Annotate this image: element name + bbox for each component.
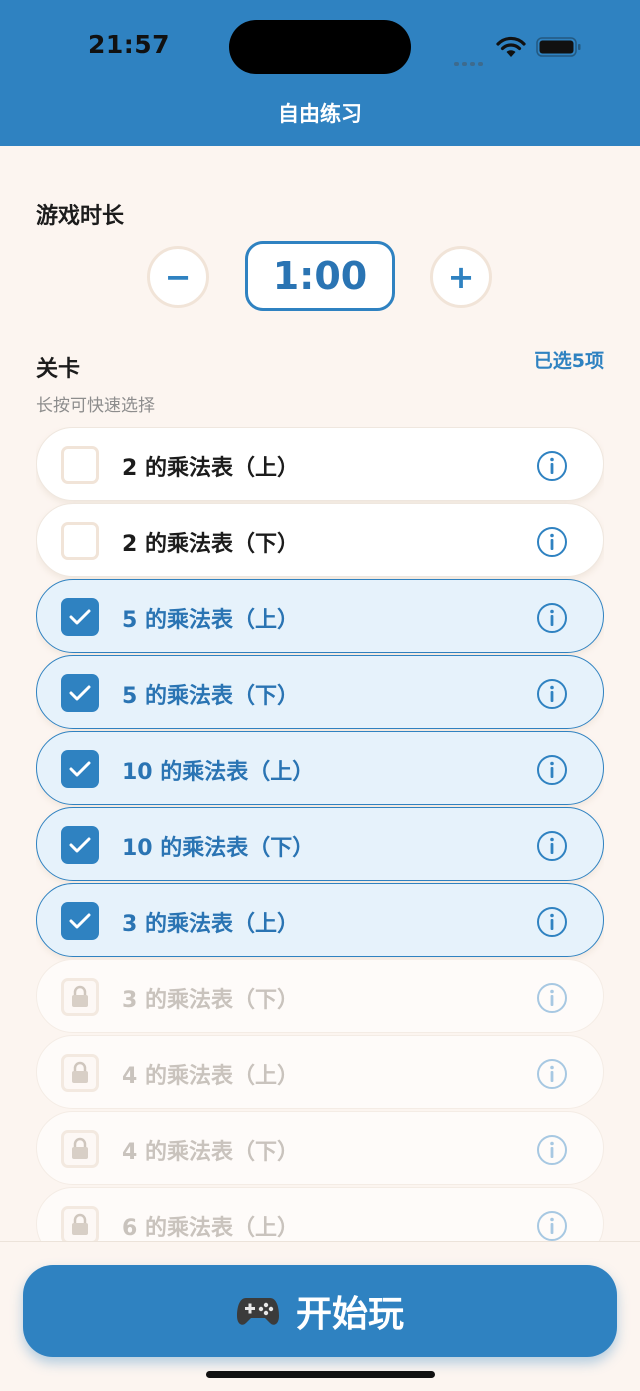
checkmark-icon <box>69 609 91 625</box>
info-icon[interactable] <box>536 450 568 482</box>
info-icon[interactable] <box>536 1058 568 1090</box>
level-label: 3 的乘法表（下） <box>122 988 299 1013</box>
level-row: 3 的乘法表（下） <box>36 959 604 1033</box>
levels-title: 关卡 <box>36 357 81 382</box>
page-title: 自由练习 <box>278 102 362 126</box>
locked-checkbox <box>61 1206 99 1241</box>
level-label: 2 的乘法表（下） <box>122 532 299 557</box>
info-icon[interactable] <box>536 982 568 1014</box>
selected-count[interactable]: 已选5项 <box>534 346 604 373</box>
checkbox-checked[interactable] <box>61 674 99 712</box>
start-play-label: 开始玩 <box>295 1294 404 1335</box>
locked-checkbox <box>61 1130 99 1168</box>
lock-icon <box>72 1137 88 1159</box>
dynamic-island <box>229 20 411 74</box>
decrease-duration-button[interactable]: − <box>147 246 209 308</box>
wifi-icon <box>496 36 526 57</box>
level-label: 3 的乘法表（上） <box>122 912 299 937</box>
nav-header: 21:57 自由练习 <box>0 0 640 146</box>
cellular-signal-icon <box>454 51 486 70</box>
level-row[interactable]: 10 的乘法表（下） <box>36 807 604 881</box>
level-row: 4 的乘法表（上） <box>36 1035 604 1109</box>
level-label: 2 的乘法表（上） <box>122 456 299 481</box>
info-icon[interactable] <box>536 1210 568 1241</box>
duration-value: 1:00 <box>272 254 368 298</box>
info-icon[interactable] <box>536 602 568 634</box>
checkmark-icon <box>69 913 91 929</box>
level-row[interactable]: 10 的乘法表（上） <box>36 731 604 805</box>
checkbox-checked[interactable] <box>61 750 99 788</box>
increase-duration-button[interactable]: + <box>430 246 492 308</box>
locked-checkbox <box>61 1054 99 1092</box>
info-icon[interactable] <box>536 830 568 862</box>
duration-display: 1:00 <box>245 241 395 311</box>
level-label: 10 的乘法表（下） <box>122 836 315 861</box>
battery-icon <box>536 37 581 57</box>
lock-icon <box>72 1213 88 1235</box>
info-icon[interactable] <box>536 754 568 786</box>
level-label: 4 的乘法表（上） <box>122 1064 299 1089</box>
checkbox[interactable] <box>61 522 99 560</box>
info-icon[interactable] <box>536 678 568 710</box>
home-indicator <box>206 1371 435 1378</box>
checkmark-icon <box>69 761 91 777</box>
level-list[interactable]: 2 的乘法表（上） 2 的乘法表（下） 5 的乘法表（上） 5 的乘法表（下） 10 的… <box>36 427 604 1241</box>
gamepad-icon <box>236 1298 279 1325</box>
level-label: 5 的乘法表（下） <box>122 684 299 709</box>
level-row[interactable]: 5 的乘法表（下） <box>36 655 604 729</box>
level-label: 6 的乘法表（上） <box>122 1216 299 1241</box>
plus-icon: + <box>447 258 475 296</box>
level-row[interactable]: 2 的乘法表（上） <box>36 427 604 501</box>
duration-title: 游戏时长 <box>36 204 125 229</box>
checkbox-checked[interactable] <box>61 826 99 864</box>
checkbox[interactable] <box>61 446 99 484</box>
info-icon[interactable] <box>536 1134 568 1166</box>
level-row: 4 的乘法表（下） <box>36 1111 604 1185</box>
minus-icon: − <box>164 258 192 296</box>
locked-checkbox <box>61 978 99 1016</box>
lock-icon <box>72 1061 88 1083</box>
lock-icon <box>72 985 88 1007</box>
level-label: 4 的乘法表（下） <box>122 1140 299 1165</box>
level-row[interactable]: 2 的乘法表（下） <box>36 503 604 577</box>
info-icon[interactable] <box>536 906 568 938</box>
checkmark-icon <box>69 685 91 701</box>
level-row: 6 的乘法表（上） <box>36 1187 604 1241</box>
level-row[interactable]: 5 的乘法表（上） <box>36 579 604 653</box>
level-row[interactable]: 3 的乘法表（上） <box>36 883 604 957</box>
level-label: 10 的乘法表（上） <box>122 760 315 785</box>
status-time: 21:57 <box>88 30 171 59</box>
checkbox-checked[interactable] <box>61 598 99 636</box>
level-label: 5 的乘法表（上） <box>122 608 299 633</box>
start-play-button[interactable]: 开始玩 <box>23 1265 617 1357</box>
levels-hint: 长按可快速选择 <box>36 396 155 416</box>
info-icon[interactable] <box>536 526 568 558</box>
checkmark-icon <box>69 837 91 853</box>
checkbox-checked[interactable] <box>61 902 99 940</box>
